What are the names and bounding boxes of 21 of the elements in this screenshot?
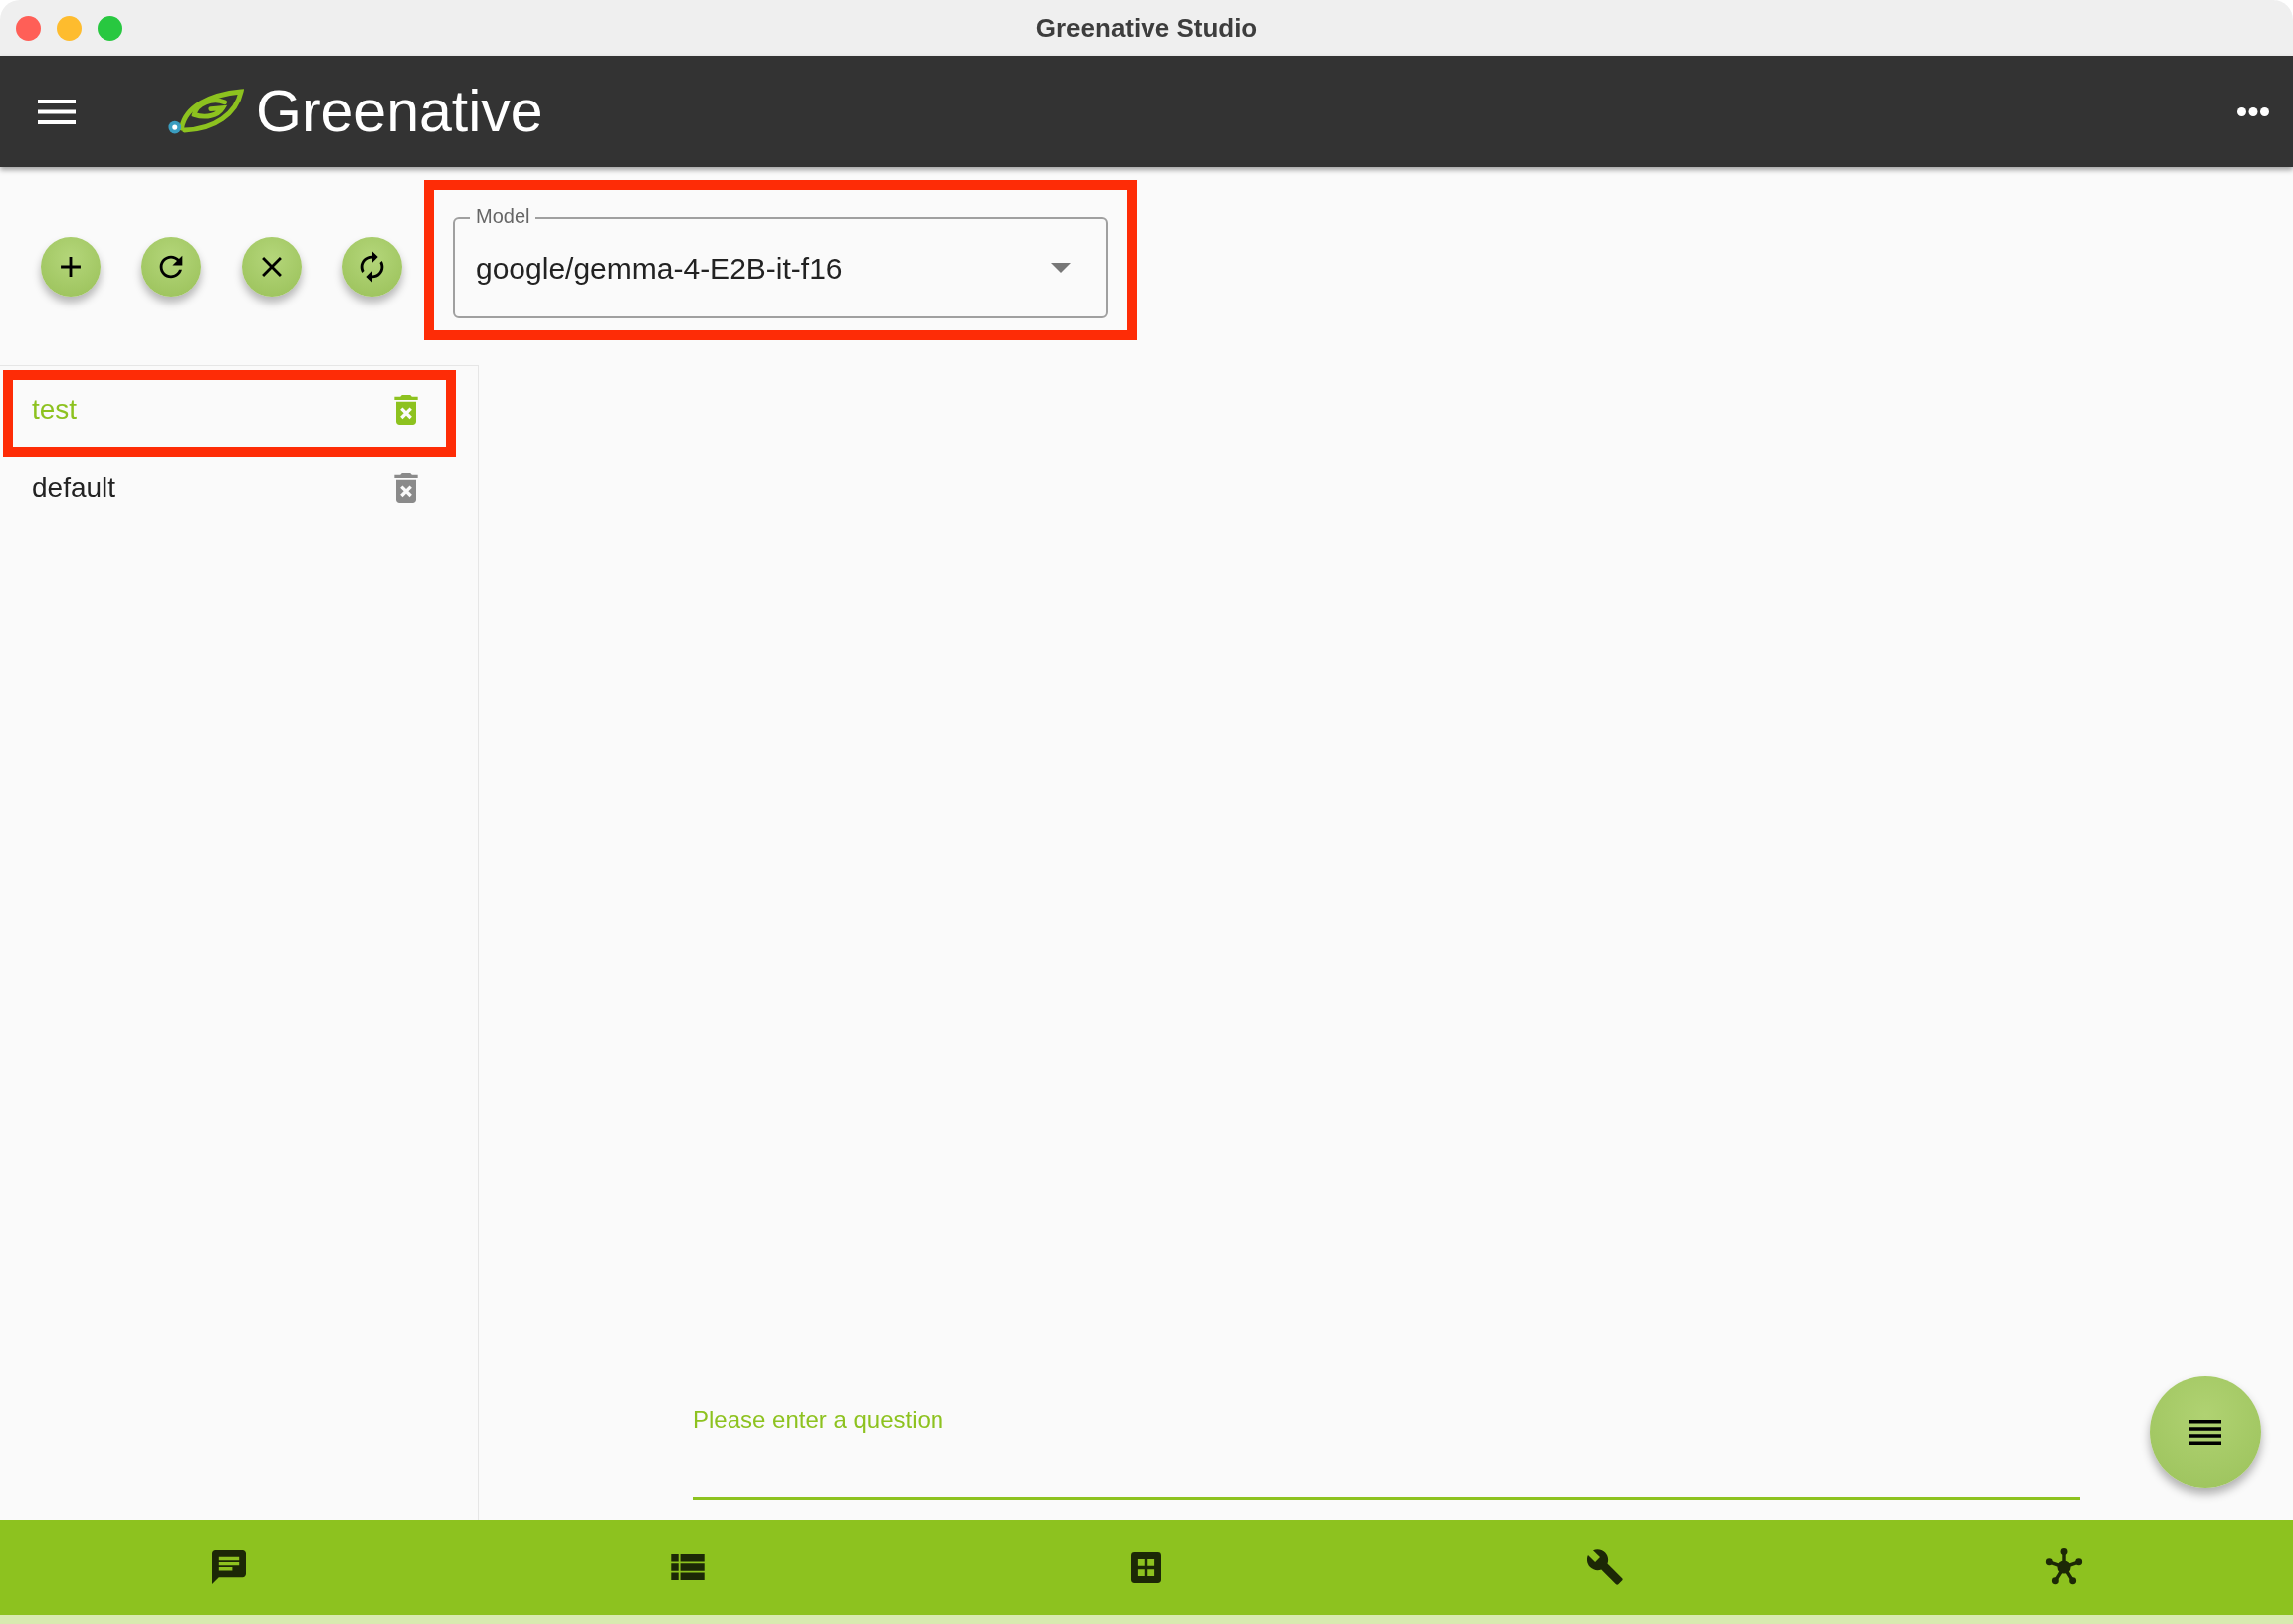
- caret-icon: [1051, 263, 1071, 273]
- list-icon[interactable]: [671, 1554, 706, 1580]
- close-window-icon[interactable]: [16, 16, 41, 41]
- grid-icon[interactable]: [1131, 1551, 1162, 1583]
- question-field[interactable]: Please enter a question: [693, 1400, 2080, 1500]
- list-fab-button[interactable]: [2150, 1376, 2261, 1488]
- chat-icon[interactable]: [212, 1550, 247, 1584]
- more-icon[interactable]: [2237, 106, 2269, 116]
- session-item[interactable]: default: [0, 449, 478, 526]
- logo-text: Greenative: [256, 82, 543, 141]
- close-button[interactable]: [242, 237, 302, 297]
- leaf-logo-icon: [166, 88, 244, 135]
- wrench-icon[interactable]: [1586, 1549, 1623, 1585]
- menu-icon[interactable]: [38, 99, 76, 124]
- sync-button[interactable]: [342, 237, 402, 297]
- refresh-button[interactable]: [141, 237, 201, 297]
- window-title: Greenative Studio: [1035, 11, 1258, 45]
- trash-icon[interactable]: [394, 473, 418, 503]
- network-icon[interactable]: [2044, 1548, 2083, 1586]
- lines-icon: [2189, 1419, 2221, 1445]
- add-button[interactable]: [41, 237, 101, 297]
